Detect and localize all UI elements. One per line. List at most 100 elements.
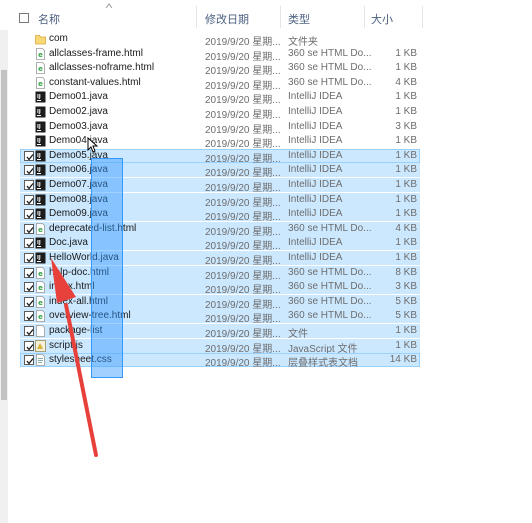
row-checkbox[interactable] [24,267,34,278]
row-checkbox[interactable] [24,296,34,307]
column-divider[interactable] [280,6,281,28]
row-checkbox[interactable] [24,165,34,176]
svg-text:e: e [38,313,43,321]
file-row[interactable]: IJ Doc.java 2019/9/20 星期... IntelliJ IDEA 1 … [20,236,420,252]
file-row[interactable]: com 2019/9/20 星期... 文件夹 [20,32,420,48]
file-row[interactable]: e allclasses-frame.html 2019/9/20 星期... 360… [20,47,420,63]
file-name[interactable]: Doc.java [49,237,88,248]
file-row[interactable]: e overview-tree.html 2019/9/20 星期... 360 se… [20,309,420,325]
file-type: IntelliJ IDEA [288,164,343,176]
file-row[interactable]: IJ Demo08.java 2019/9/20 星期... IntelliJ IDE… [20,192,420,209]
file-row[interactable]: IJ Demo02.java 2019/9/20 星期... IntelliJ IDE… [20,105,420,121]
file-name[interactable]: index.html [49,281,95,292]
row-checkbox[interactable] [24,311,34,322]
svg-text:IJ: IJ [37,153,41,159]
file-row[interactable]: package-list 2019/9/20 星期... 文件 1 KB [20,324,420,340]
file-name[interactable]: Demo04.java [49,135,108,146]
svg-text:e: e [38,65,43,73]
file-type: IntelliJ IDEA [288,149,343,161]
file-type: IntelliJ IDEA [288,193,343,205]
svg-text:IJ: IJ [37,124,41,130]
column-header: 名称 修改日期 类型 大小 [0,0,532,30]
svg-text:IJ: IJ [37,240,41,246]
file-row[interactable]: e constant-values.html 2019/9/20 星期... 360 … [20,76,420,92]
file-row[interactable]: IJ Demo05.java 2019/9/20 星期... IntelliJ IDE… [20,148,420,165]
file-row[interactable]: IJ Demo04.java 2019/9/20 星期... IntelliJ IDE… [20,134,420,150]
file-size: 1 KB [395,91,417,103]
file-type: 360 se HTML Do... [288,295,372,307]
file-row[interactable]: e allclasses-noframe.html 2019/9/20 星期... 3… [20,61,420,77]
file-size: 1 KB [395,252,417,263]
file-size: 1 KB [395,193,417,205]
file-name[interactable]: script.js [49,340,83,351]
svg-text:e: e [38,51,43,59]
row-checkbox[interactable] [24,180,34,190]
file-type: IntelliJ IDEA [288,91,343,103]
sort-ascending-icon [105,3,113,9]
file-row[interactable]: e help-doc.html 2019/9/20 星期... 360 se HTML… [20,265,420,282]
file-row[interactable]: e deprecated-list.html 2019/9/20 星期... 360 … [20,221,420,238]
row-checkbox[interactable] [24,355,34,366]
row-checkbox[interactable] [24,282,34,293]
file-type: IntelliJ IDEA [288,208,343,220]
svg-text:IJ: IJ [37,255,41,261]
column-name[interactable]: 名称 [38,11,60,27]
file-size: 5 KB [395,310,417,322]
file-name[interactable]: com [49,33,68,44]
row-checkbox[interactable] [24,326,34,336]
file-size: 3 KB [395,120,417,132]
file-row[interactable]: IJ Demo07.java 2019/9/20 星期... IntelliJ IDE… [20,178,420,194]
file-row[interactable]: stylesheet.css 2019/9/20 星期... 层叠样式表文档 14 K… [20,353,420,370]
file-size: 1 KB [395,135,417,147]
file-name[interactable]: allclasses-frame.html [49,48,143,59]
row-checkbox[interactable] [24,150,34,161]
svg-text:IJ: IJ [37,167,41,173]
file-row[interactable]: IJ Demo03.java 2019/9/20 星期... IntelliJ IDE… [20,120,420,136]
file-type: 360 se HTML Do... [288,62,372,74]
file-name[interactable]: allclasses-noframe.html [49,62,154,73]
svg-text:e: e [38,270,43,278]
file-row[interactable]: script.js 2019/9/20 星期... JavaScript 文件 1 K… [20,338,420,355]
file-date: 2019/9/20 星期... [205,358,281,370]
file-name[interactable]: Demo02.java [49,106,108,117]
row-checkbox[interactable] [24,194,34,205]
row-checkbox[interactable] [24,253,34,263]
file-row[interactable]: e index.html 2019/9/20 星期... 360 se HTML Do… [20,280,420,296]
file-size: 1 KB [395,208,417,220]
file-row[interactable]: IJ Demo06.java 2019/9/20 星期... IntelliJ IDE… [20,163,420,179]
svg-text:IJ: IJ [37,94,41,100]
column-size[interactable]: 大小 [371,11,393,27]
file-size: 1 KB [395,164,417,176]
column-divider[interactable] [364,6,365,28]
column-type[interactable]: 类型 [288,11,310,27]
file-size: 4 KB [395,222,417,234]
file-size: 1 KB [395,47,417,59]
drag-selection-rectangle [91,158,123,378]
file-type: IntelliJ IDEA [288,179,343,190]
file-type: IntelliJ IDEA [288,135,343,147]
file-size: 8 KB [395,266,417,278]
file-row[interactable]: IJ HelloWorld.java 2019/9/20 星期... IntelliJ… [20,251,420,267]
row-checkbox[interactable] [24,238,34,249]
file-row[interactable]: e index-all.html 2019/9/20 星期... 360 se HTM… [20,294,420,311]
column-divider[interactable] [196,6,197,28]
scrollbar-thumb[interactable] [1,70,7,400]
svg-text:e: e [38,80,43,88]
file-type: IntelliJ IDEA [288,120,343,132]
file-size: 14 KB [389,354,417,366]
select-all-checkbox[interactable] [19,13,29,23]
row-checkbox[interactable] [24,340,34,351]
file-row[interactable]: IJ Demo09.java 2019/9/20 星期... IntelliJ IDE… [20,207,420,223]
vertical-scrollbar[interactable] [0,30,8,523]
file-type: IntelliJ IDEA [288,237,343,249]
row-checkbox[interactable] [24,223,34,234]
file-row[interactable]: IJ Demo01.java 2019/9/20 星期... IntelliJ IDE… [20,90,420,106]
row-checkbox[interactable] [24,209,34,220]
column-date[interactable]: 修改日期 [205,11,249,27]
file-size: 5 KB [395,295,417,307]
file-name[interactable]: constant-values.html [49,77,141,88]
file-name[interactable]: Demo01.java [49,91,108,102]
file-type: 360 se HTML Do... [288,76,372,88]
column-divider[interactable] [422,6,423,28]
file-name[interactable]: Demo03.java [49,121,108,132]
